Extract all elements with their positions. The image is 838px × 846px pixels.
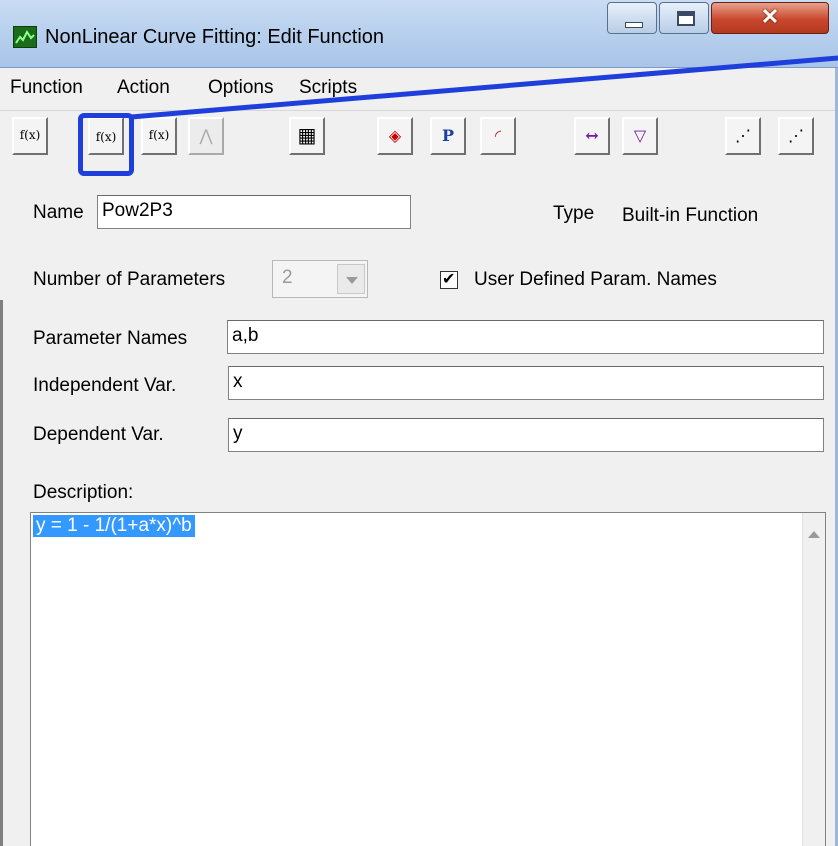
num-params-value: 2: [282, 267, 293, 288]
num-params-select: 2: [272, 260, 368, 298]
num-params-label: Number of Parameters: [33, 269, 226, 290]
name-field[interactable]: Pow2P3: [97, 195, 411, 229]
independent-var-label: Independent Var.: [33, 375, 177, 396]
name-label: Name: [33, 202, 84, 223]
type-value: Built-in Function: [622, 205, 759, 226]
description-label: Description:: [33, 482, 134, 503]
chevron-down-icon: [337, 264, 365, 294]
description-textarea[interactable]: y = 1 - 1/(1+a*x)^b: [30, 512, 826, 846]
window-left-edge: [0, 300, 3, 846]
param-names-label: Parameter Names: [33, 328, 188, 349]
independent-var-field[interactable]: x: [228, 366, 824, 400]
param-names-field[interactable]: a,b: [227, 320, 824, 354]
type-label: Type: [553, 203, 595, 224]
user-defined-label: User Defined Param. Names: [474, 269, 717, 290]
dependent-var-field[interactable]: y: [228, 418, 824, 452]
description-scrollbar[interactable]: [802, 513, 825, 846]
user-defined-checkbox[interactable]: [440, 269, 458, 289]
description-text: y = 1 - 1/(1+a*x)^b: [33, 515, 195, 537]
dependent-var-label: Dependent Var.: [33, 424, 164, 445]
